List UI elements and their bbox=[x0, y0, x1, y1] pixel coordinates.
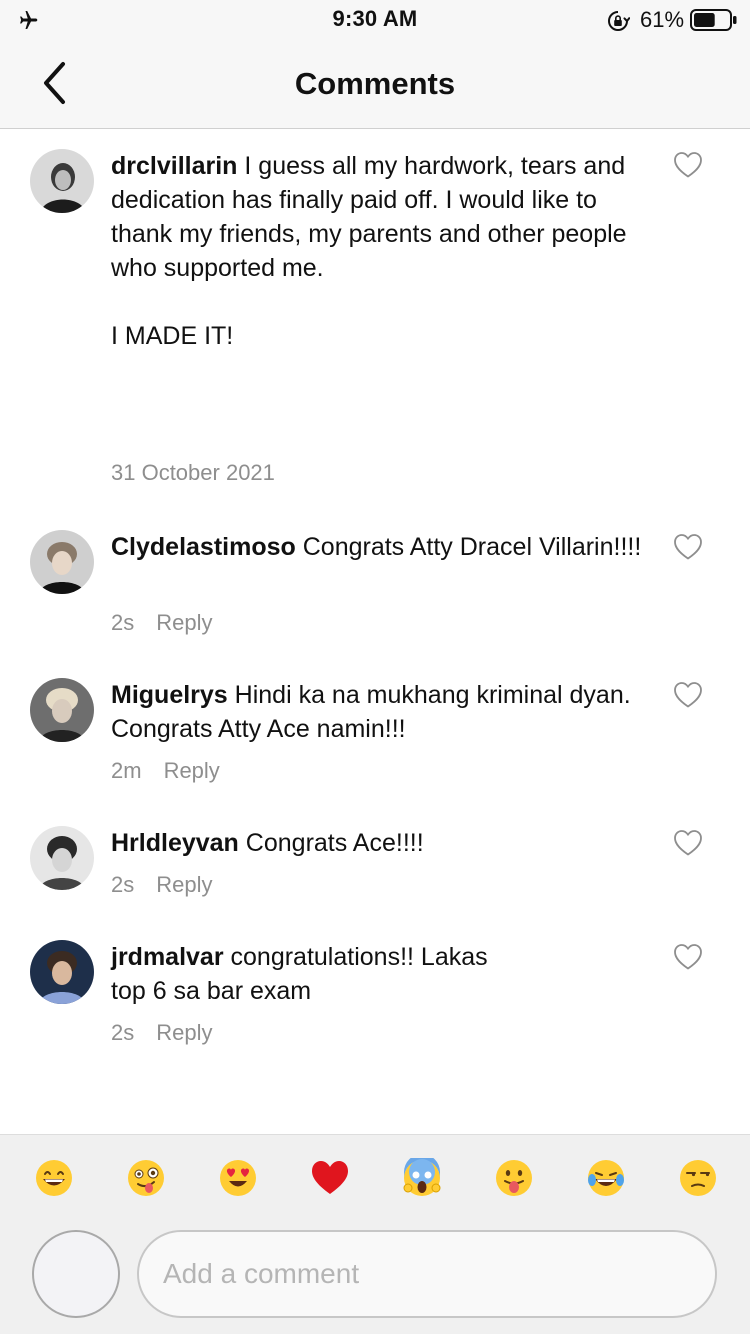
heart-icon[interactable] bbox=[673, 829, 703, 857]
avatar[interactable] bbox=[30, 149, 94, 213]
battery-percent: 61% bbox=[640, 7, 685, 32]
heart-eyes-emoji[interactable] bbox=[218, 1158, 258, 1198]
avatar[interactable] bbox=[30, 826, 94, 890]
comment-meta: 2s Reply bbox=[111, 872, 213, 898]
reply-button[interactable]: Reply bbox=[156, 872, 212, 897]
caption-username[interactable]: drclvillarin bbox=[111, 152, 237, 180]
comment-body: Hrldleyvan Congrats Ace!!!! bbox=[111, 826, 651, 860]
winking-face-with-tongue-emoji[interactable] bbox=[126, 1158, 166, 1198]
comment-body: Miguelrys Hindi ka na mukhang kriminal d… bbox=[111, 678, 651, 746]
avatar[interactable] bbox=[30, 940, 94, 1004]
comment-time: 2s bbox=[111, 872, 135, 897]
comment-meta: 2s Reply bbox=[111, 1020, 213, 1046]
comment-username[interactable]: Clydelastimoso bbox=[111, 533, 296, 561]
orientation-lock-icon bbox=[608, 11, 630, 31]
post-date: 31 October 2021 bbox=[111, 460, 275, 485]
heart-icon[interactable] bbox=[673, 681, 703, 709]
unamused-face-emoji[interactable] bbox=[678, 1158, 718, 1198]
red-heart-emoji[interactable] bbox=[310, 1158, 350, 1198]
comment-time: 2s bbox=[111, 1020, 135, 1045]
avatar[interactable] bbox=[30, 678, 94, 742]
comment-body: Clydelastimoso Congrats Atty Dracel Vill… bbox=[111, 530, 651, 564]
add-comment-input[interactable] bbox=[137, 1230, 717, 1318]
grinning-face-emoji[interactable] bbox=[34, 1158, 74, 1198]
nav-bar: Comments bbox=[0, 40, 750, 129]
reply-button[interactable]: Reply bbox=[164, 758, 220, 783]
caption-body: drclvillarin I guess all my hardwork, te… bbox=[111, 149, 651, 353]
heart-icon[interactable] bbox=[673, 533, 703, 561]
comment-username[interactable]: Miguelrys bbox=[111, 681, 228, 709]
avatar[interactable] bbox=[30, 530, 94, 594]
reply-button[interactable]: Reply bbox=[156, 610, 212, 635]
comment-text: Congrats Ace!!!! bbox=[245, 829, 424, 857]
status-bar: 9:30 AM 61% bbox=[0, 0, 750, 40]
comment-meta: 2s Reply bbox=[111, 610, 213, 636]
battery-icon bbox=[690, 9, 737, 31]
comment-meta: 2m Reply bbox=[111, 758, 220, 784]
comment-body: jrdmalvar congratulations!! Lakas top 6 … bbox=[111, 940, 651, 1008]
heart-icon[interactable] bbox=[673, 943, 703, 971]
comment-username[interactable]: Hrldleyvan bbox=[111, 829, 239, 857]
heart-icon[interactable] bbox=[673, 151, 703, 179]
tears-of-joy-emoji[interactable] bbox=[586, 1158, 626, 1198]
face-with-tongue-emoji[interactable] bbox=[494, 1158, 534, 1198]
comment-text: Congrats Atty Dracel Villarin!!!! bbox=[302, 533, 642, 561]
status-time: 9:30 AM bbox=[332, 6, 418, 31]
page-title: Comments bbox=[294, 66, 456, 101]
caption-text: I guess all my hardwork, tears and dedic… bbox=[111, 152, 627, 350]
reply-button[interactable]: Reply bbox=[156, 1020, 212, 1045]
comment-time: 2s bbox=[111, 610, 135, 635]
comment-username[interactable]: jrdmalvar bbox=[111, 943, 224, 971]
current-user-avatar[interactable] bbox=[32, 1230, 120, 1318]
comment-time: 2m bbox=[111, 758, 142, 783]
screaming-face-emoji[interactable] bbox=[402, 1158, 442, 1198]
